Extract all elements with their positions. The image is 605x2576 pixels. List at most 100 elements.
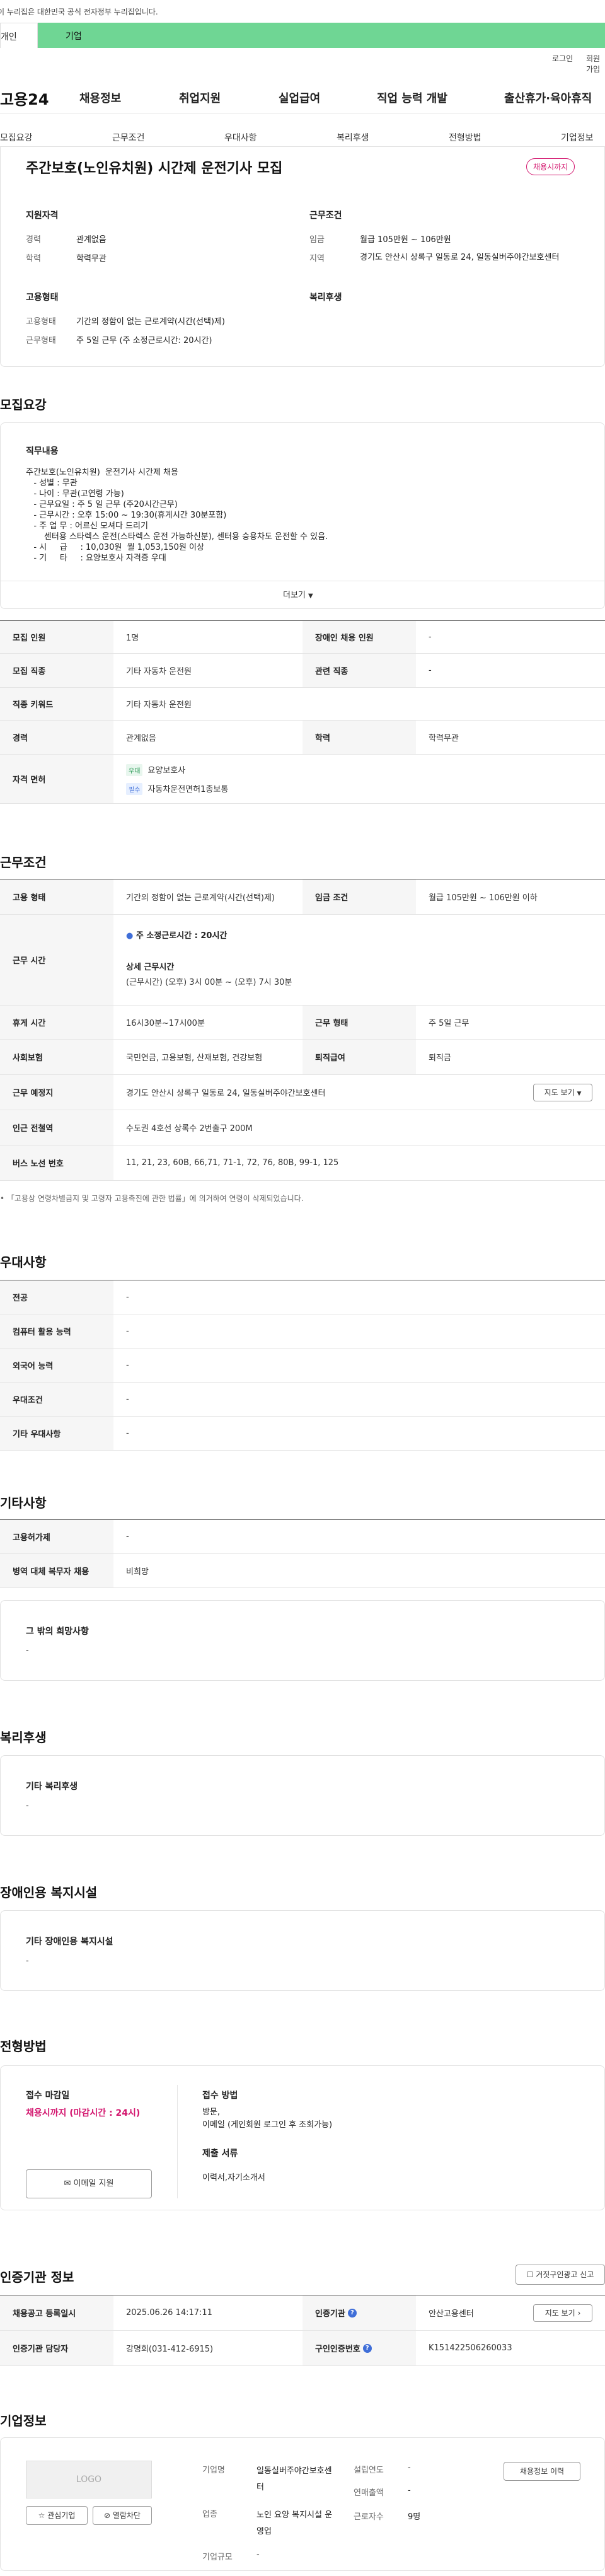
agency-map-button[interactable]: 지도 보기 › bbox=[533, 2304, 592, 2322]
table-cell: 안산고용센터 bbox=[429, 2309, 474, 2319]
table-header-cell: 기타 우대사항 bbox=[0, 1417, 113, 1450]
table-cell: - bbox=[429, 666, 432, 675]
email-apply-button[interactable]: ✉ 이메일 지원 bbox=[26, 2169, 152, 2198]
table-header-cell: 퇴직급여 bbox=[302, 1040, 416, 1074]
company-name-value: 일동실버주야간보호센터 bbox=[256, 2466, 332, 2492]
block-view-button[interactable]: ⊘ 열람차단 bbox=[93, 2506, 152, 2525]
recruit-table: 모집 인원 1명 장애인 채용 인원 - 모집 직종 기타 자동차 운전원 관련… bbox=[0, 620, 605, 804]
clock-icon: ● bbox=[126, 931, 134, 941]
company-emp-label: 근로자수 bbox=[354, 2512, 384, 2522]
company-sales-value: - bbox=[408, 2486, 411, 2495]
join-link[interactable]: 회원가입 bbox=[586, 53, 605, 74]
table-cell: 강명희(031-412-6915) bbox=[126, 2345, 214, 2354]
job-history-button[interactable]: 채용정보 이력 bbox=[504, 2462, 580, 2481]
favorite-label: 관심기업 bbox=[47, 2511, 76, 2520]
company-est-value: - bbox=[408, 2463, 411, 2473]
hours-detail-value: (근무시간) (오후) 3시 00분 ~ (오후) 7시 30분 bbox=[126, 978, 292, 987]
table-cell: 2025.06.26 14:17:11 bbox=[126, 2308, 212, 2318]
star-icon: ☆ bbox=[38, 2511, 45, 2520]
tab-corporate[interactable]: 기업 bbox=[38, 23, 605, 48]
hours-detail-heading: 상세 근무시간 bbox=[126, 963, 175, 972]
tab-personal[interactable]: 개인 bbox=[0, 23, 38, 48]
table-header-cell: 직종 키워드 bbox=[0, 688, 113, 720]
table-row: 우대조건 - bbox=[0, 1383, 605, 1417]
table-row: 고용 형태 기간의 정함이 없는 근로계약(시간(선택)제) 임금 조건 월급 … bbox=[0, 879, 605, 915]
subnav-recruit[interactable]: 모집요강 bbox=[0, 131, 33, 144]
method-heading: 접수 방법 bbox=[202, 2091, 238, 2101]
license-item: 필수 자동차운전면허1종보통 bbox=[126, 782, 228, 795]
deadline-heading: 접수 마감일 bbox=[26, 2091, 70, 2101]
screening-heading: 전형방법 bbox=[0, 2039, 47, 2054]
report-icon: ☐ bbox=[526, 2270, 534, 2279]
info-icon[interactable]: ? bbox=[362, 2343, 372, 2353]
table-row: 근무 시간 ● 주 소정근로시간 : 20시간 상세 근무시간 (근무시간) (… bbox=[0, 915, 605, 1006]
company-est-label: 설립연도 bbox=[354, 2466, 384, 2475]
job-title: 주간보호(노인유치원) 시간제 운전기사 모집 bbox=[26, 161, 283, 177]
map-button[interactable]: 지도 보기 ▼ bbox=[533, 1084, 592, 1101]
table-cell: 국민연금, 고용보험, 산재보험, 건강보험 bbox=[126, 1053, 263, 1063]
table-cell: - bbox=[429, 632, 432, 642]
subnav-screening[interactable]: 전형방법 bbox=[449, 131, 481, 144]
subnav-company[interactable]: 기업정보 bbox=[561, 131, 594, 144]
report-fake-ad-button[interactable]: ☐ 거짓구인광고 신고 bbox=[516, 2265, 605, 2285]
gnb-menu-parental-leave[interactable]: 출산휴가·육아휴직 bbox=[504, 90, 592, 106]
more-button[interactable]: 더보기 ▼ bbox=[283, 588, 313, 600]
table-cell: 경기도 안산시 상록구 일동로 24, 일동실버주야간보호센터 bbox=[126, 1089, 326, 1098]
license-tag: 필수 bbox=[126, 783, 143, 795]
table-row: 휴게 시간 16시30분~17시00분 근무 형태 주 5일 근무 bbox=[0, 1006, 605, 1040]
table-header-cell: 관련 직종 bbox=[302, 654, 416, 687]
table-row: 자격 면허 우대 요양보호사 필수 자동차운전면허1종보통 bbox=[0, 755, 605, 804]
welfare-summary-heading: 복리후생 bbox=[309, 293, 342, 303]
table-header-cell: 전공 bbox=[0, 1280, 113, 1314]
gnb-menu-unemployment-benefit[interactable]: 실업급여 bbox=[279, 90, 320, 106]
table-row: 전공 - bbox=[0, 1280, 605, 1314]
table-cell: 기타 자동차 운전원 bbox=[126, 667, 192, 676]
info-icon[interactable]: ? bbox=[347, 2308, 357, 2318]
subnav-welfare[interactable]: 복리후생 bbox=[337, 131, 369, 144]
license-item: 우대 요양보호사 bbox=[126, 763, 185, 776]
table-header-cell: 사회보험 bbox=[0, 1040, 113, 1074]
table-row: 고용허가제 - bbox=[0, 1520, 605, 1554]
table-row: 사회보험 국민연금, 고용보험, 산재보험, 건강보험 퇴직급여 퇴직금 bbox=[0, 1040, 605, 1075]
agency-org-label: 인증기관 bbox=[315, 2309, 345, 2319]
divider bbox=[177, 2085, 178, 2198]
table-header-cell: 병역 대체 복무자 채용 bbox=[0, 1554, 113, 1587]
duty-heading: 직무내용 bbox=[26, 446, 59, 456]
table-cell: 기타 자동차 운전원 bbox=[126, 700, 192, 710]
table-cell: 비희망 bbox=[126, 1567, 149, 1577]
table-header-cell: 경력 bbox=[0, 721, 113, 754]
gnb-menu-employment-support[interactable]: 취업지원 bbox=[179, 90, 221, 106]
emp-value: 주 5일 근무 (주 소정근로시간: 20시간) bbox=[76, 336, 212, 345]
company-biz-label: 업종 bbox=[202, 2510, 217, 2519]
gnb-menu-job-training[interactable]: 직업 능력 개발 bbox=[377, 90, 447, 106]
subnav-preferences[interactable]: 우대사항 bbox=[224, 131, 257, 144]
table-cell: - bbox=[126, 1395, 129, 1404]
license-name: 자동차운전면허1종보통 bbox=[147, 785, 229, 794]
gnb-menu-jobs[interactable]: 채용정보 bbox=[79, 90, 121, 106]
table-row: 외국어 능력 - bbox=[0, 1349, 605, 1383]
company-logo: LOGO bbox=[26, 2461, 152, 2498]
disability-sub-heading: 기타 장애인용 복지시설 bbox=[26, 1937, 113, 1947]
company-heading: 기업정보 bbox=[0, 2413, 47, 2428]
table-cell: 관계없음 bbox=[126, 734, 156, 743]
table-header-cell: 고용 형태 bbox=[0, 879, 113, 914]
screening-card: 접수 마감일 채용시까지 (마감시간 : 24시) ✉ 이메일 지원 접수 방법… bbox=[0, 2065, 605, 2210]
other-wishes-card: 그 밖의 희망사항 - bbox=[0, 1600, 605, 1681]
work-heading: 근무조건 bbox=[0, 855, 47, 870]
method-value: 이메일 (게인회원 로그인 후 조회가능) bbox=[202, 2120, 333, 2130]
table-header-cell: 외국어 능력 bbox=[0, 1349, 113, 1382]
table-cell: 기간의 정함이 없는 근로계약(시간(선택)제) bbox=[126, 893, 275, 903]
docs-value: 이력서,자기소개서 bbox=[202, 2173, 265, 2183]
site-logo[interactable]: 고용24 bbox=[0, 87, 49, 109]
deadline-value: 채용시까지 (마감시간 : 24시) bbox=[26, 2108, 141, 2118]
table-cell: 수도권 4호선 상록수 2번출구 200M bbox=[126, 1124, 253, 1134]
company-sales-label: 연매출액 bbox=[354, 2488, 384, 2498]
table-row: 버스 노선 번호 11, 21, 23, 60B, 66,71, 71-1, 7… bbox=[0, 1146, 605, 1181]
login-link[interactable]: 로그인 bbox=[552, 53, 573, 64]
cond-value: 월급 105만원 ~ 106만원 bbox=[360, 235, 451, 245]
table-header-cell: 채용공고 등록일시 bbox=[0, 2295, 113, 2330]
map-button-label: 지도 보기 bbox=[544, 1088, 575, 1097]
subnav-work-conditions[interactable]: 근무조건 bbox=[112, 131, 145, 144]
table-header-cell: 임금 조건 bbox=[302, 879, 416, 914]
favorite-company-button[interactable]: ☆ 관심기업 bbox=[26, 2506, 88, 2525]
